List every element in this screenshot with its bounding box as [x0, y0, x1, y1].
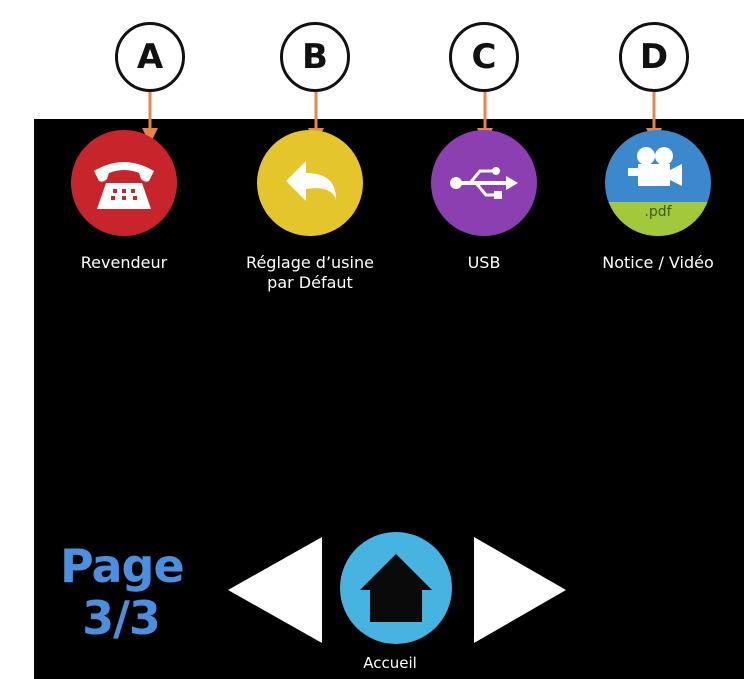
revendeur-icon-circle — [71, 130, 177, 236]
page-label-count: 3/3 — [82, 591, 161, 645]
usb-icon — [450, 167, 518, 199]
callout-a: A — [115, 22, 185, 92]
app-revendeur[interactable]: Revendeur — [58, 130, 190, 273]
previous-arrow-icon[interactable] — [226, 535, 326, 645]
app-notice-video[interactable]: .pdf Notice / Vidéo — [578, 130, 738, 273]
usb-label: USB — [467, 253, 501, 272]
app-usb[interactable]: USB — [418, 130, 550, 273]
callout-c-letter: C — [471, 37, 497, 77]
notice-icon-circle: .pdf — [605, 130, 711, 236]
home-button[interactable] — [340, 532, 452, 644]
home-icon — [360, 554, 432, 622]
video-camera-icon — [628, 147, 682, 186]
reglage-icon-circle — [257, 130, 363, 236]
home-label: Accueil — [363, 654, 417, 672]
telephone-icon — [94, 162, 154, 209]
callout-a-letter: A — [136, 37, 164, 77]
notice-label: Notice / Vidéo — [602, 253, 714, 272]
pdf-badge: .pdf — [605, 202, 711, 236]
reglage-label: Réglage d’usine par Défaut — [246, 253, 374, 292]
pdf-badge-text: .pdf — [644, 204, 672, 220]
usb-icon-circle — [431, 130, 537, 236]
page-label-word: Page — [60, 539, 185, 593]
callout-d: D — [619, 22, 689, 92]
next-arrow-icon[interactable] — [470, 535, 570, 645]
revendeur-label: Revendeur — [80, 253, 168, 272]
page-indicator: Page 3/3 — [60, 539, 185, 645]
callout-c: C — [449, 22, 519, 92]
app-reglage-usine[interactable]: Réglage d’usine par Défaut — [218, 130, 402, 293]
callout-b-letter: B — [302, 37, 328, 77]
undo-arrow-icon — [286, 161, 336, 201]
callout-d-letter: D — [639, 37, 669, 77]
callout-b: B — [280, 22, 350, 92]
